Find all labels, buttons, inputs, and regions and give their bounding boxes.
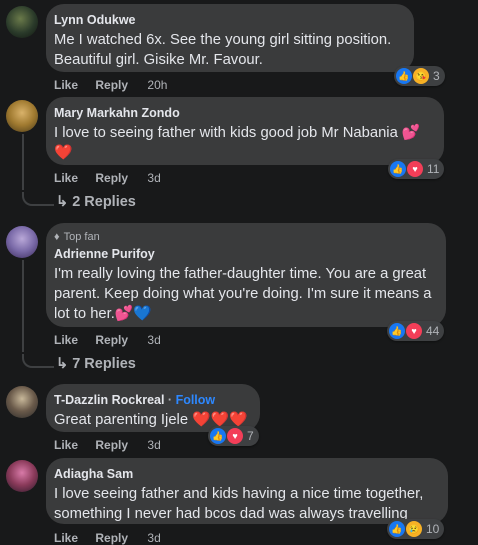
like-icon: 👍 — [396, 68, 412, 84]
reaction-summary[interactable]: 👍 ♥ 11 — [388, 159, 445, 179]
commenter-name-text[interactable]: T-Dazzlin Rockreal — [54, 393, 164, 407]
timestamp[interactable]: 3d — [147, 171, 160, 185]
reaction-count: 44 — [426, 324, 440, 338]
reply-button[interactable]: Reply — [95, 171, 128, 185]
top-fan-badge: ♦ Top fan — [54, 231, 100, 243]
comment-actions: Like Reply 3d — [54, 531, 175, 545]
commenter-name[interactable]: Adiagha Sam — [54, 466, 436, 482]
comment-bubble: Adiagha Sam I love seeing father and kid… — [46, 458, 448, 524]
love-icon: ♥ — [227, 428, 243, 444]
reply-arrow-icon: ↳ — [56, 356, 73, 372]
reply-arrow-icon: ↳ — [56, 194, 73, 210]
reaction-summary[interactable]: 👍 ♥ 7 — [208, 426, 259, 446]
reply-button[interactable]: Reply — [95, 333, 128, 347]
reply-button[interactable]: Reply — [95, 531, 128, 545]
thread-line — [22, 134, 24, 190]
avatar[interactable] — [6, 100, 38, 132]
like-button[interactable]: Like — [54, 438, 78, 452]
timestamp[interactable]: 3d — [147, 438, 160, 452]
comment-text: I love to seeing father with kids good j… — [54, 125, 421, 141]
reaction-count: 3 — [433, 69, 440, 83]
comment-text-emoji: ❤️ — [54, 145, 73, 161]
diamond-icon: ♦ — [54, 231, 60, 243]
like-button[interactable]: Like — [54, 78, 78, 92]
avatar[interactable] — [6, 6, 38, 38]
thread-line — [22, 260, 24, 352]
view-replies-button[interactable]: ↳ 7 Replies — [56, 356, 136, 372]
like-button[interactable]: Like — [54, 531, 78, 545]
like-button[interactable]: Like — [54, 333, 78, 347]
avatar[interactable] — [6, 226, 38, 258]
reaction-count: 7 — [247, 429, 254, 443]
like-icon: 👍 — [210, 428, 226, 444]
comment-bubble: T-Dazzlin Rockreal · Follow Great parent… — [46, 384, 260, 432]
reply-button[interactable]: Reply — [95, 78, 128, 92]
commenter-name[interactable]: Lynn Odukwe — [54, 12, 402, 28]
comment-text: I'm really loving the father-daughter ti… — [54, 266, 432, 322]
reply-button[interactable]: Reply — [95, 438, 128, 452]
care-icon: 😢 — [406, 521, 422, 537]
comment-bubble: Lynn Odukwe Me I watched 6x. See the you… — [46, 4, 414, 72]
reaction-summary[interactable]: 👍 😢 10 — [387, 519, 445, 539]
comment-text: Me I watched 6x. See the young girl sitt… — [54, 32, 392, 68]
like-icon: 👍 — [390, 161, 406, 177]
commenter-name[interactable]: Mary Markahn Zondo — [54, 105, 432, 121]
like-icon: 👍 — [389, 323, 405, 339]
timestamp[interactable]: 3d — [147, 531, 160, 545]
like-button[interactable]: Like — [54, 171, 78, 185]
comment-actions: Like Reply 3d — [54, 171, 175, 185]
thread-hook — [22, 192, 54, 206]
avatar[interactable] — [6, 386, 38, 418]
comment-bubble: Mary Markahn Zondo I love to seeing fath… — [46, 97, 444, 165]
comment-actions: Like Reply 3d — [54, 333, 175, 347]
love-icon: ♥ — [406, 323, 422, 339]
follow-button[interactable]: Follow — [176, 393, 216, 407]
like-icon: 👍 — [389, 521, 405, 537]
commenter-name: T-Dazzlin Rockreal · Follow — [54, 393, 216, 407]
comment-text: I love seeing father and kids having a n… — [54, 486, 424, 522]
thread-hook — [22, 354, 54, 368]
comment-bubble: ♦ Top fan Adrienne Purifoy I'm really lo… — [46, 223, 446, 327]
reaction-count: 10 — [426, 522, 440, 536]
love-icon: ♥ — [407, 161, 423, 177]
avatar[interactable] — [6, 460, 38, 492]
reaction-count: 11 — [427, 162, 440, 176]
commenter-name[interactable]: Adrienne Purifoy — [54, 246, 434, 262]
timestamp[interactable]: 3d — [147, 333, 160, 347]
reaction-summary[interactable]: 👍 ♥ 44 — [387, 321, 445, 341]
timestamp[interactable]: 20h — [147, 78, 167, 92]
reaction-summary[interactable]: 👍 😘 3 — [394, 66, 445, 86]
comment-actions: Like Reply 20h — [54, 78, 181, 92]
comment-actions: Like Reply 3d — [54, 438, 175, 452]
care-icon: 😘 — [413, 68, 429, 84]
view-replies-button[interactable]: ↳ 2 Replies — [56, 194, 136, 210]
